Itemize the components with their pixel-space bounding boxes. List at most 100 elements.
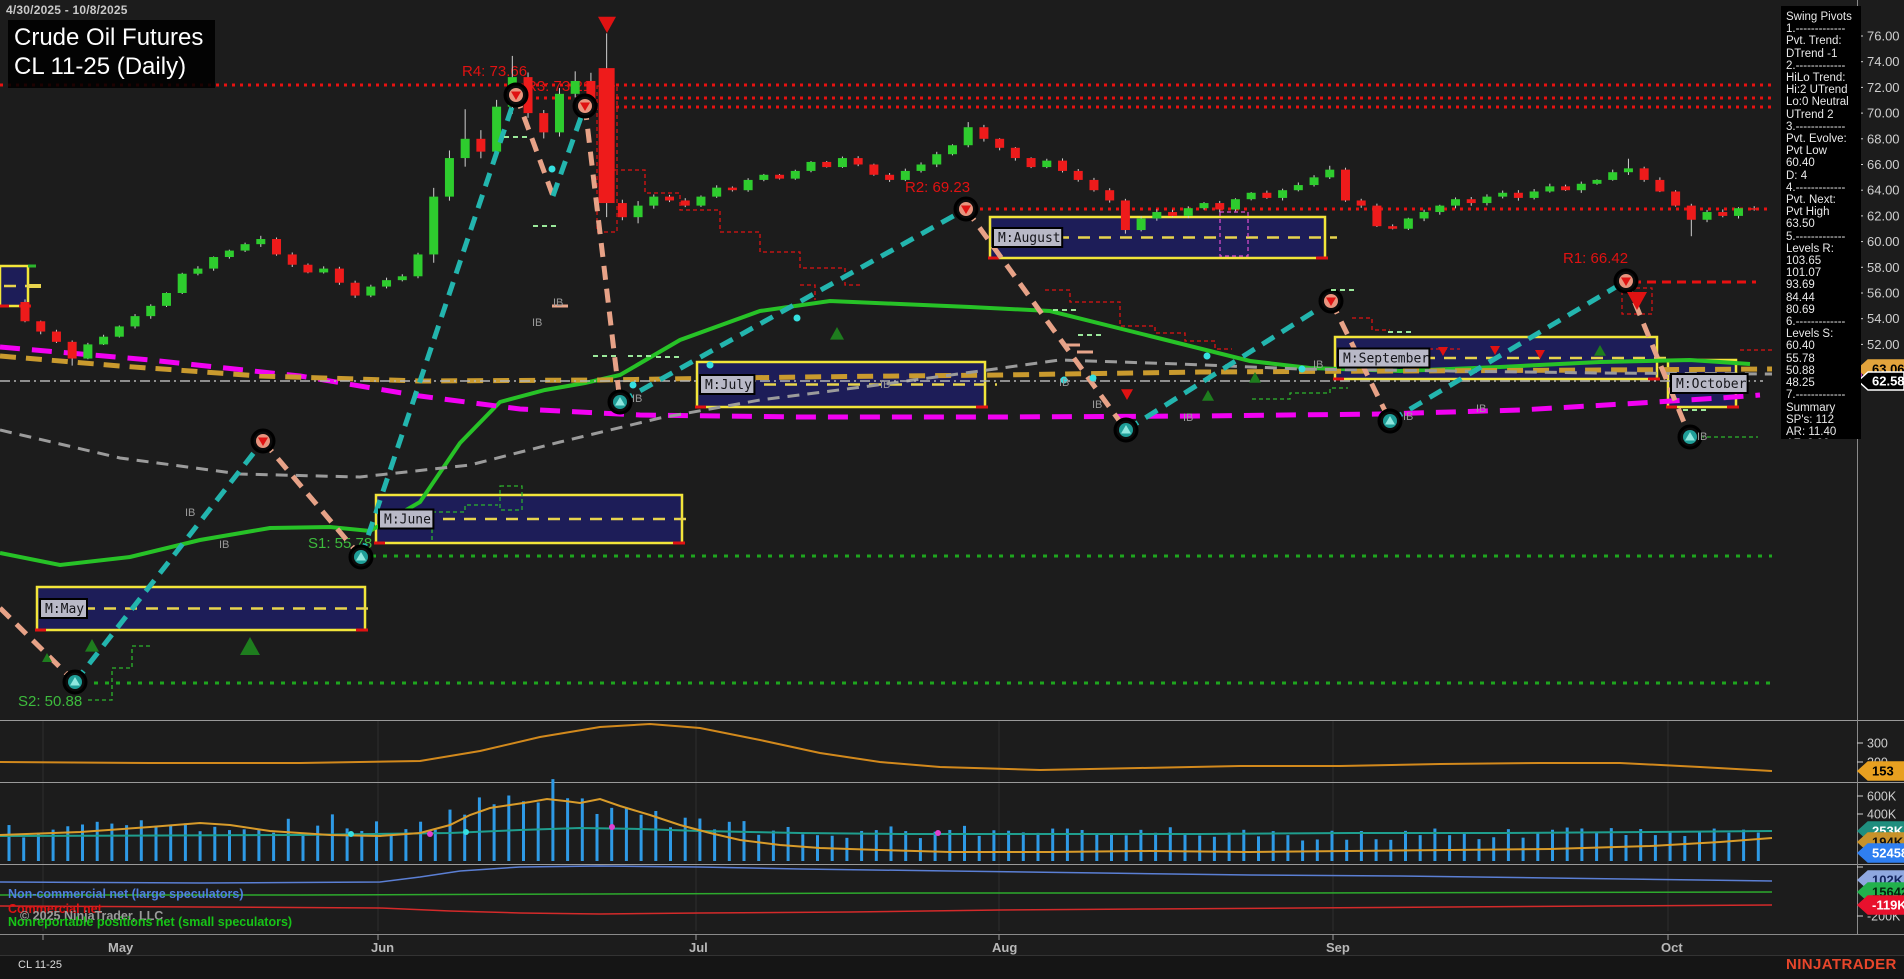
level-label-R4: R4: 73.66 (462, 63, 527, 80)
candle (1608, 172, 1618, 180)
candle (1733, 208, 1743, 216)
panel-line: Levels S: (1786, 328, 1834, 341)
cyan-dot-icon (706, 361, 714, 369)
candle (1293, 185, 1303, 191)
ib-label: IB (219, 539, 229, 551)
contract-title: CL 11-25 (Daily) (14, 53, 187, 81)
cyan-dot-icon (1298, 365, 1306, 373)
candle (1136, 218, 1146, 231)
candle (1058, 160, 1068, 171)
candle (617, 203, 627, 218)
candle (1513, 192, 1523, 198)
candle (712, 187, 722, 197)
candle (1671, 191, 1681, 206)
candle (1403, 218, 1413, 229)
month-tick-label[interactable]: Jul (689, 940, 708, 955)
price-tick-label: 76.00 (1867, 29, 1900, 44)
candle (51, 331, 61, 342)
candle (853, 158, 863, 165)
candle (1042, 160, 1052, 168)
candle (633, 205, 643, 218)
legend-label: Nonreportable positions net (small specu… (8, 915, 292, 929)
month-tick-label[interactable]: Oct (1661, 940, 1683, 955)
candle (1215, 203, 1225, 210)
panel-line: 60.40 (1786, 157, 1815, 170)
panel-line: D: 4 (1786, 169, 1808, 182)
candle (932, 154, 942, 165)
candle (256, 239, 266, 245)
panel-line: 93.69 (1786, 279, 1815, 292)
month-tick-label[interactable]: Jun (371, 940, 394, 955)
price-tick-label: 60.00 (1867, 234, 1900, 249)
price-tick-label: 62.00 (1867, 208, 1900, 223)
level-label-R3: R3: 73.21 (526, 78, 591, 95)
panel-line: 60.40 (1786, 340, 1815, 353)
candle (1340, 169, 1350, 201)
panel-line: 101.07 (1786, 267, 1822, 280)
status-instrument: CL 11-25 (18, 959, 63, 971)
ib-label: IB (1059, 377, 1069, 389)
panel-line: Swing Pivots (1786, 11, 1852, 23)
price-chart-canvas[interactable]: R4: 73.66R3: 73.21R2: 69.23R1: 66.42S1: … (0, 0, 1904, 979)
candle (790, 170, 800, 179)
ib-label: IB (880, 379, 890, 391)
candle (963, 127, 973, 146)
month-tick-label[interactable]: Sep (1326, 940, 1350, 955)
instrument-title: Crude Oil Futures (14, 24, 204, 51)
candle (1749, 208, 1759, 210)
candle (759, 174, 769, 180)
panel-line: 84.44 (1786, 291, 1815, 304)
candle (1199, 203, 1209, 209)
candle (1120, 200, 1130, 231)
candle (224, 250, 234, 258)
panel-line: AF: 8.00 (1786, 438, 1861, 439)
ib-label: IB (1313, 359, 1323, 371)
svg-text:M:July: M:July (705, 378, 752, 393)
candle (1246, 192, 1256, 200)
candle (1482, 196, 1492, 204)
candle (979, 127, 989, 139)
candle (1498, 192, 1508, 197)
legend-label: Non-commercial net (large speculators) (8, 887, 243, 901)
level-label-S2: S2: 50.88 (18, 693, 82, 710)
candle (476, 138, 486, 152)
cyan-dot-icon (1203, 352, 1211, 360)
ib-label: IB (553, 297, 563, 309)
candle (1576, 183, 1586, 191)
candle (1718, 212, 1728, 216)
panel-line: SP's: 112 (1786, 413, 1835, 426)
price-tick-label: 70.00 (1867, 106, 1900, 121)
panel-line: Pvt High (1786, 206, 1830, 219)
candle (916, 164, 926, 171)
candle (885, 174, 895, 180)
candle (209, 257, 219, 269)
cyan-dot-icon (629, 381, 637, 389)
panel-line: Lo:0 Neutral (1786, 96, 1849, 109)
ib-label: IB (1697, 431, 1707, 443)
candle (1262, 192, 1272, 198)
chart-title-overlay: Crude Oil Futures CL 11-25 (Daily) (8, 20, 216, 88)
ib-label: IB (532, 317, 542, 329)
svg-text:62.58: 62.58 (1872, 374, 1904, 389)
panel-line: 103.65 (1786, 255, 1822, 268)
candle (1278, 190, 1288, 198)
month-tick-label[interactable]: Aug (992, 940, 1017, 955)
candle (1623, 168, 1633, 173)
level-label-R2: R2: 69.23 (905, 179, 970, 196)
candle (366, 286, 376, 296)
month-tick-label[interactable]: May (108, 940, 134, 955)
candle (1089, 179, 1099, 191)
candle (177, 273, 187, 293)
candle (240, 244, 250, 251)
svg-text:M:May: M:May (45, 602, 84, 617)
candle (1561, 186, 1571, 191)
candle (1466, 199, 1476, 204)
candle (995, 138, 1005, 148)
candle (1419, 212, 1429, 219)
candle (1388, 226, 1398, 229)
panel-tick-label: 300 (1867, 737, 1888, 751)
panel-line: Pvt. Next: (1786, 194, 1836, 207)
candle (1026, 158, 1036, 168)
panel-line: Levels R: (1786, 242, 1834, 255)
candle (900, 170, 910, 180)
